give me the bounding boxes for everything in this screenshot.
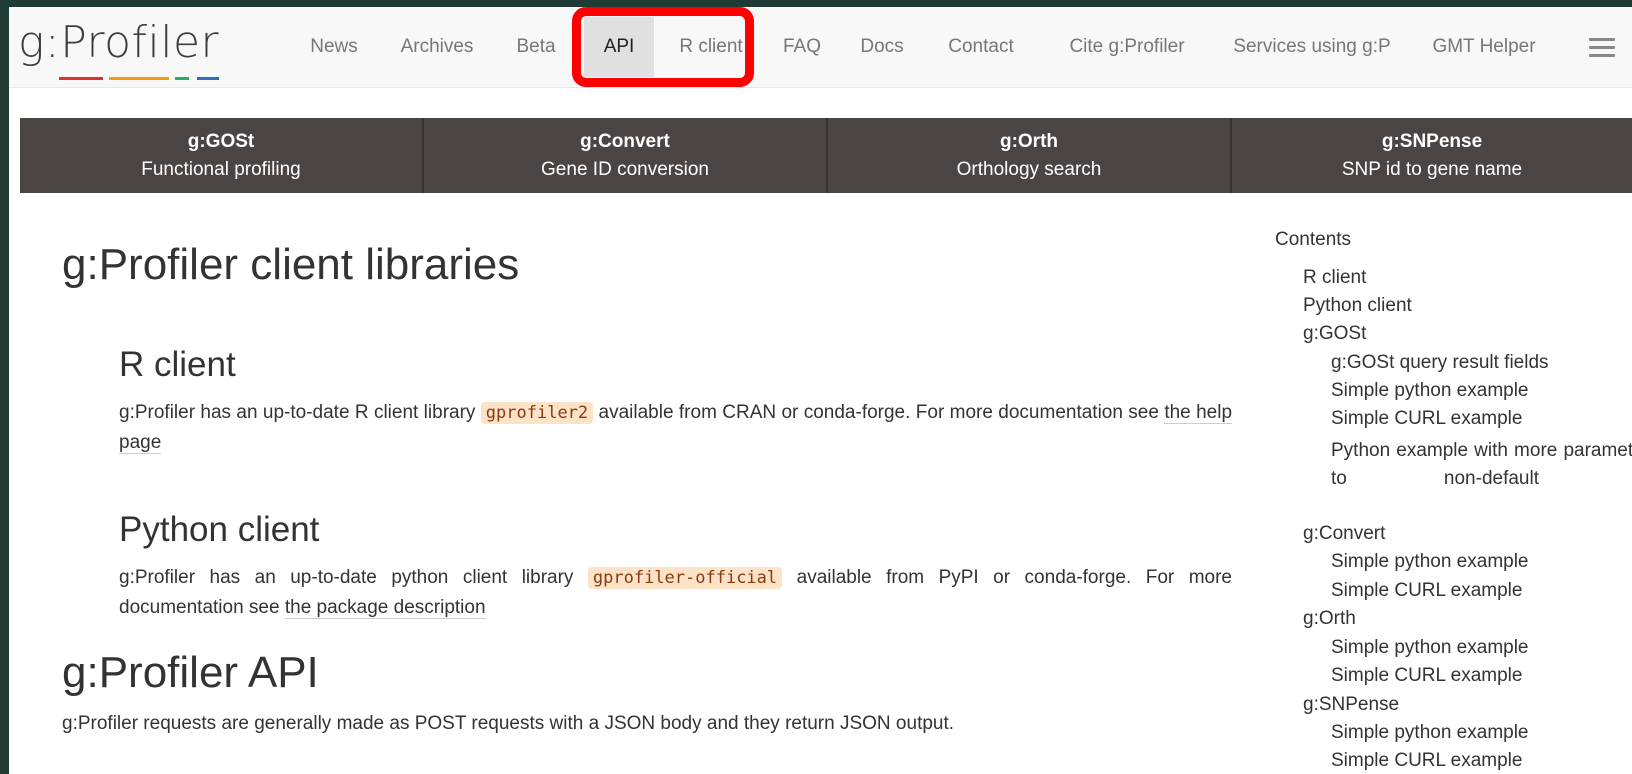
nav-api[interactable]: API bbox=[584, 17, 654, 77]
toc-gost-result-fields[interactable]: g:GOSt query result fields bbox=[1331, 352, 1549, 374]
logo-bar-green bbox=[175, 77, 189, 80]
toc-r-client[interactable]: R client bbox=[1303, 267, 1366, 289]
tab-snpense-name: g:SNPense bbox=[1381, 131, 1483, 152]
toc-gost[interactable]: g:GOSt bbox=[1303, 323, 1366, 345]
code-gprofiler2: gprofiler2 bbox=[480, 402, 594, 424]
window-frame-left bbox=[0, 0, 9, 774]
logo-bar-blue bbox=[197, 77, 219, 80]
nav-beta[interactable]: Beta bbox=[505, 17, 567, 77]
logo-bar-orange bbox=[109, 77, 169, 80]
tool-tabs: g:GOSt Functional profiling g:Convert Ge… bbox=[20, 118, 1632, 193]
tab-snpense[interactable]: g:SNPense SNP id to gene name bbox=[1232, 118, 1632, 193]
logo-text: g:Profiler bbox=[18, 17, 220, 68]
toc-gost-curl-example[interactable]: Simple CURL example bbox=[1331, 408, 1522, 430]
nav-r-client[interactable]: R client bbox=[665, 17, 757, 77]
tab-convert-name: g:Convert bbox=[580, 131, 670, 152]
r-client-text-after: available from CRAN or conda-forge. For … bbox=[598, 402, 1159, 423]
nav-archives[interactable]: Archives bbox=[387, 17, 487, 77]
nav-gmt-helper[interactable]: GMT Helper bbox=[1419, 17, 1549, 77]
tab-gost-desc: Functional profiling bbox=[141, 159, 301, 180]
tab-snpense-desc: SNP id to gene name bbox=[1341, 159, 1523, 180]
window-frame-top bbox=[0, 0, 1632, 7]
tab-convert[interactable]: g:Convert Gene ID conversion bbox=[424, 118, 828, 193]
tab-orth-name: g:Orth bbox=[999, 131, 1059, 152]
tab-gost[interactable]: g:GOSt Functional profiling bbox=[20, 118, 424, 193]
api-heading: g:Profiler API bbox=[62, 648, 319, 697]
nav-contact[interactable]: Contact bbox=[931, 17, 1031, 77]
package-description-link[interactable]: the package description bbox=[284, 597, 486, 619]
toc-convert-curl-example[interactable]: Simple CURL example bbox=[1331, 580, 1522, 602]
toc-convert[interactable]: g:Convert bbox=[1303, 523, 1385, 545]
python-client-text-before: g:Profiler has an up-to-date python clie… bbox=[119, 567, 574, 588]
tab-orth[interactable]: g:Orth Orthology search bbox=[828, 118, 1232, 193]
r-client-text: g:Profiler has an up-to-date R client li… bbox=[119, 398, 1233, 457]
navbar: g:Profiler News Archives Beta API R clie… bbox=[9, 7, 1632, 88]
toc-title: Contents bbox=[1275, 229, 1352, 250]
api-text: g:Profiler requests are generally made a… bbox=[62, 713, 955, 734]
python-client-text: g:Profiler has an up-to-date python clie… bbox=[119, 563, 1232, 622]
nav-cite[interactable]: Cite g:Profiler bbox=[1047, 17, 1207, 77]
tab-orth-desc: Orthology search bbox=[956, 159, 1102, 180]
toc-convert-python-example[interactable]: Simple python example bbox=[1331, 551, 1529, 573]
toc-gost-python-more-params[interactable]: Python example with more parameters set … bbox=[1331, 437, 1632, 493]
toc-gost-python-example[interactable]: Simple python example bbox=[1331, 380, 1529, 402]
nav-docs[interactable]: Docs bbox=[850, 17, 914, 77]
toc-orth-curl-example[interactable]: Simple CURL example bbox=[1331, 665, 1522, 687]
nav-faq[interactable]: FAQ bbox=[773, 17, 831, 77]
r-client-text-before: g:Profiler has an up-to-date R client li… bbox=[119, 402, 476, 423]
tab-convert-desc: Gene ID conversion bbox=[541, 159, 709, 180]
tab-gost-name: g:GOSt bbox=[187, 131, 255, 152]
toc-snpense[interactable]: g:SNPense bbox=[1303, 694, 1399, 716]
toc-orth[interactable]: g:Orth bbox=[1303, 608, 1356, 630]
toc-python-client[interactable]: Python client bbox=[1303, 295, 1412, 317]
python-client-heading: Python client bbox=[119, 510, 320, 549]
page-title: g:Profiler client libraries bbox=[62, 240, 520, 289]
nav-services[interactable]: Services using g:P bbox=[1219, 17, 1405, 77]
logo[interactable]: g:Profiler bbox=[18, 15, 220, 80]
toc-snpense-python-example[interactable]: Simple python example bbox=[1331, 722, 1529, 744]
toc-orth-python-example[interactable]: Simple python example bbox=[1331, 637, 1529, 659]
logo-bar-red bbox=[59, 77, 103, 80]
menu-icon[interactable] bbox=[1589, 38, 1615, 58]
r-client-heading: R client bbox=[119, 345, 236, 384]
nav-news[interactable]: News bbox=[296, 17, 372, 77]
toc-snpense-curl-example[interactable]: Simple CURL example bbox=[1331, 750, 1522, 772]
code-gprofiler-official: gprofiler-official bbox=[587, 567, 783, 589]
